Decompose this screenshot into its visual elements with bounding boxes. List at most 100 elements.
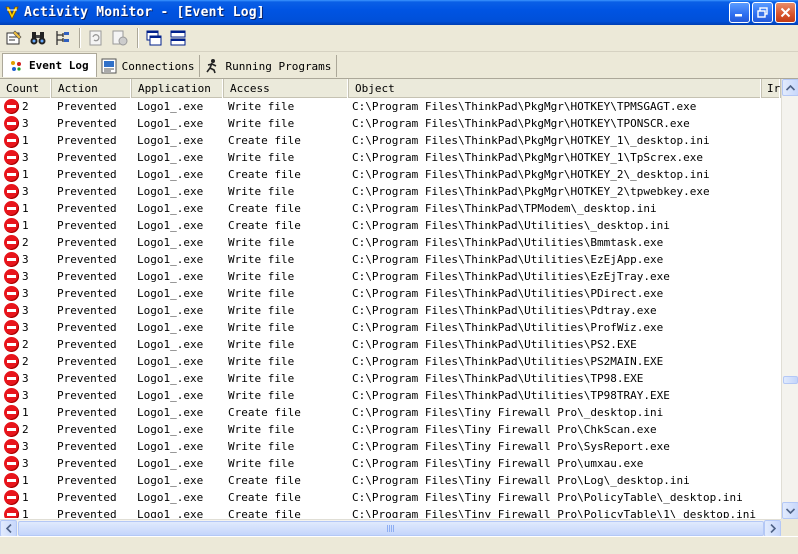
count-value: 3 <box>22 440 29 453</box>
table-row[interactable]: 1 Prevented Logo1_.exe Create file C:\Progra… <box>0 489 781 506</box>
table-row[interactable]: 3 Prevented Logo1_.exe Write file C:\Program… <box>0 115 781 132</box>
event-log-list[interactable]: Count Action Application Access Object I… <box>0 78 798 536</box>
object-cell: C:\Program Files\Tiny Firewall Pro\umxau… <box>352 457 644 470</box>
application-cell: Logo1_.exe <box>137 440 204 453</box>
restore-button[interactable] <box>752 2 773 23</box>
tab-connections[interactable]: Connections <box>97 55 201 77</box>
table-row[interactable]: 3 Prevented Logo1_.exe Write file C:\Program… <box>0 302 781 319</box>
table-row[interactable]: 3 Prevented Logo1_.exe Write file C:\Program… <box>0 251 781 268</box>
horizontal-scrollbar[interactable] <box>0 519 781 536</box>
connections-icon <box>101 58 117 74</box>
table-row[interactable]: 3 Prevented Logo1_.exe Write file C:\Program… <box>0 285 781 302</box>
tile-button[interactable] <box>167 27 189 49</box>
scroll-right-button[interactable] <box>764 520 781 536</box>
window-title: Activity Monitor - [Event Log] <box>24 5 265 20</box>
prevented-stop-icon <box>4 269 19 284</box>
table-row[interactable]: 1 Prevented Logo1_.exe Create file C:\Progra… <box>0 132 781 149</box>
application-cell: Logo1_.exe <box>137 423 204 436</box>
object-cell: C:\Program Files\ThinkPad\Utilities\_des… <box>352 219 670 232</box>
table-row[interactable]: 2 Prevented Logo1_.exe Write file C:\Program… <box>0 353 781 370</box>
tab-event-log[interactable]: Event Log <box>2 53 97 77</box>
close-icon <box>780 7 791 18</box>
arrow-down-icon <box>786 507 795 514</box>
table-row[interactable]: 1 Prevented Logo1_.exe Create file C:\Progra… <box>0 404 781 421</box>
access-cell: Write file <box>228 253 295 266</box>
application-cell: Logo1_.exe <box>137 100 204 113</box>
count-cell: 1 <box>0 490 52 505</box>
arrow-right-icon <box>769 524 776 533</box>
table-row[interactable]: 3 Prevented Logo1_.exe Write file C:\Program… <box>0 387 781 404</box>
table-row[interactable]: 2 Prevented Logo1_.exe Write file C:\Program… <box>0 336 781 353</box>
tab-running-programs[interactable]: Running Programs <box>200 55 338 77</box>
vertical-scroll-thumb[interactable] <box>783 376 798 384</box>
column-header-access[interactable]: Access <box>224 79 349 98</box>
table-row[interactable]: 2 Prevented Logo1_.exe Write file C:\Program… <box>0 98 781 115</box>
scroll-grip-icon <box>387 525 395 532</box>
count-value: 3 <box>22 270 29 283</box>
table-row[interactable]: 1 Prevented Logo1_.exe Create file C:\Progra… <box>0 200 781 217</box>
filter-button[interactable] <box>51 27 73 49</box>
count-value: 2 <box>22 236 29 249</box>
access-cell: Create file <box>228 168 301 181</box>
minimize-button[interactable] <box>729 2 750 23</box>
clear-button[interactable] <box>109 27 131 49</box>
table-row[interactable]: 1 Prevented Logo1_.exe Create file C:\Progra… <box>0 472 781 489</box>
access-cell: Create file <box>228 491 301 504</box>
access-cell: Write file <box>228 304 295 317</box>
table-row[interactable]: 1 Prevented Logo1_.exe Create file C:\Progra… <box>0 166 781 183</box>
table-row[interactable]: 1 Prevented Logo1_.exe Create file C:\Progra… <box>0 506 781 518</box>
application-cell: Logo1_.exe <box>137 236 204 249</box>
title-bar[interactable]: Activity Monitor - [Event Log] <box>0 0 798 25</box>
count-value: 3 <box>22 304 29 317</box>
column-header-more[interactable]: Ir <box>762 79 781 98</box>
application-cell: Logo1_.exe <box>137 508 204 518</box>
prevented-stop-icon <box>4 422 19 437</box>
count-value: 2 <box>22 423 29 436</box>
table-row[interactable]: 3 Prevented Logo1_.exe Write file C:\Program… <box>0 370 781 387</box>
refresh-button[interactable] <box>85 27 107 49</box>
application-cell: Logo1_.exe <box>137 270 204 283</box>
cascade-button[interactable] <box>143 27 165 49</box>
tab-label: Connections <box>121 59 195 73</box>
column-header-action[interactable]: Action <box>52 79 132 98</box>
access-cell: Write file <box>228 321 295 334</box>
find-button[interactable] <box>27 27 49 49</box>
action-cell: Prevented <box>57 321 117 334</box>
column-header-count[interactable]: Count <box>0 79 52 98</box>
table-row[interactable]: 2 Prevented Logo1_.exe Write file C:\Program… <box>0 421 781 438</box>
action-cell: Prevented <box>57 508 117 518</box>
activity-monitor-app-icon[interactable] <box>3 4 21 22</box>
tile-windows-icon <box>170 30 186 46</box>
table-row[interactable]: 2 Prevented Logo1_.exe Write file C:\Program… <box>0 234 781 251</box>
action-cell: Prevented <box>57 270 117 283</box>
count-value: 3 <box>22 151 29 164</box>
count-cell: 1 <box>0 133 52 148</box>
access-cell: Write file <box>228 287 295 300</box>
count-value: 3 <box>22 185 29 198</box>
properties-button[interactable] <box>3 27 25 49</box>
prevented-stop-icon <box>4 490 19 505</box>
horizontal-scroll-thumb[interactable] <box>18 521 764 536</box>
table-row[interactable]: 3 Prevented Logo1_.exe Write file C:\Program… <box>0 438 781 455</box>
table-row[interactable]: 3 Prevented Logo1_.exe Write file C:\Program… <box>0 268 781 285</box>
view-tabs: Event Log Connections Running Programs <box>0 53 798 77</box>
scroll-down-button[interactable] <box>782 502 798 519</box>
table-row[interactable]: 3 Prevented Logo1_.exe Write file C:\Program… <box>0 149 781 166</box>
table-row[interactable]: 3 Prevented Logo1_.exe Write file C:\Program… <box>0 319 781 336</box>
column-header-object[interactable]: Object <box>349 79 762 98</box>
table-row[interactable]: 1 Prevented Logo1_.exe Create file C:\Progra… <box>0 217 781 234</box>
prevented-stop-icon <box>4 286 19 301</box>
vertical-scrollbar[interactable] <box>781 79 798 519</box>
column-header-application[interactable]: Application <box>132 79 224 98</box>
action-cell: Prevented <box>57 117 117 130</box>
action-cell: Prevented <box>57 406 117 419</box>
table-row[interactable]: 3 Prevented Logo1_.exe Write file C:\Program… <box>0 183 781 200</box>
scroll-left-button[interactable] <box>0 520 17 536</box>
table-row[interactable]: 3 Prevented Logo1_.exe Write file C:\Program… <box>0 455 781 472</box>
count-value: 3 <box>22 287 29 300</box>
prevented-stop-icon <box>4 354 19 369</box>
close-button[interactable] <box>775 2 796 23</box>
scroll-up-button[interactable] <box>782 79 798 96</box>
list-rows: 2 Prevented Logo1_.exe Write file C:\Program… <box>0 98 781 518</box>
prevented-stop-icon <box>4 456 19 471</box>
